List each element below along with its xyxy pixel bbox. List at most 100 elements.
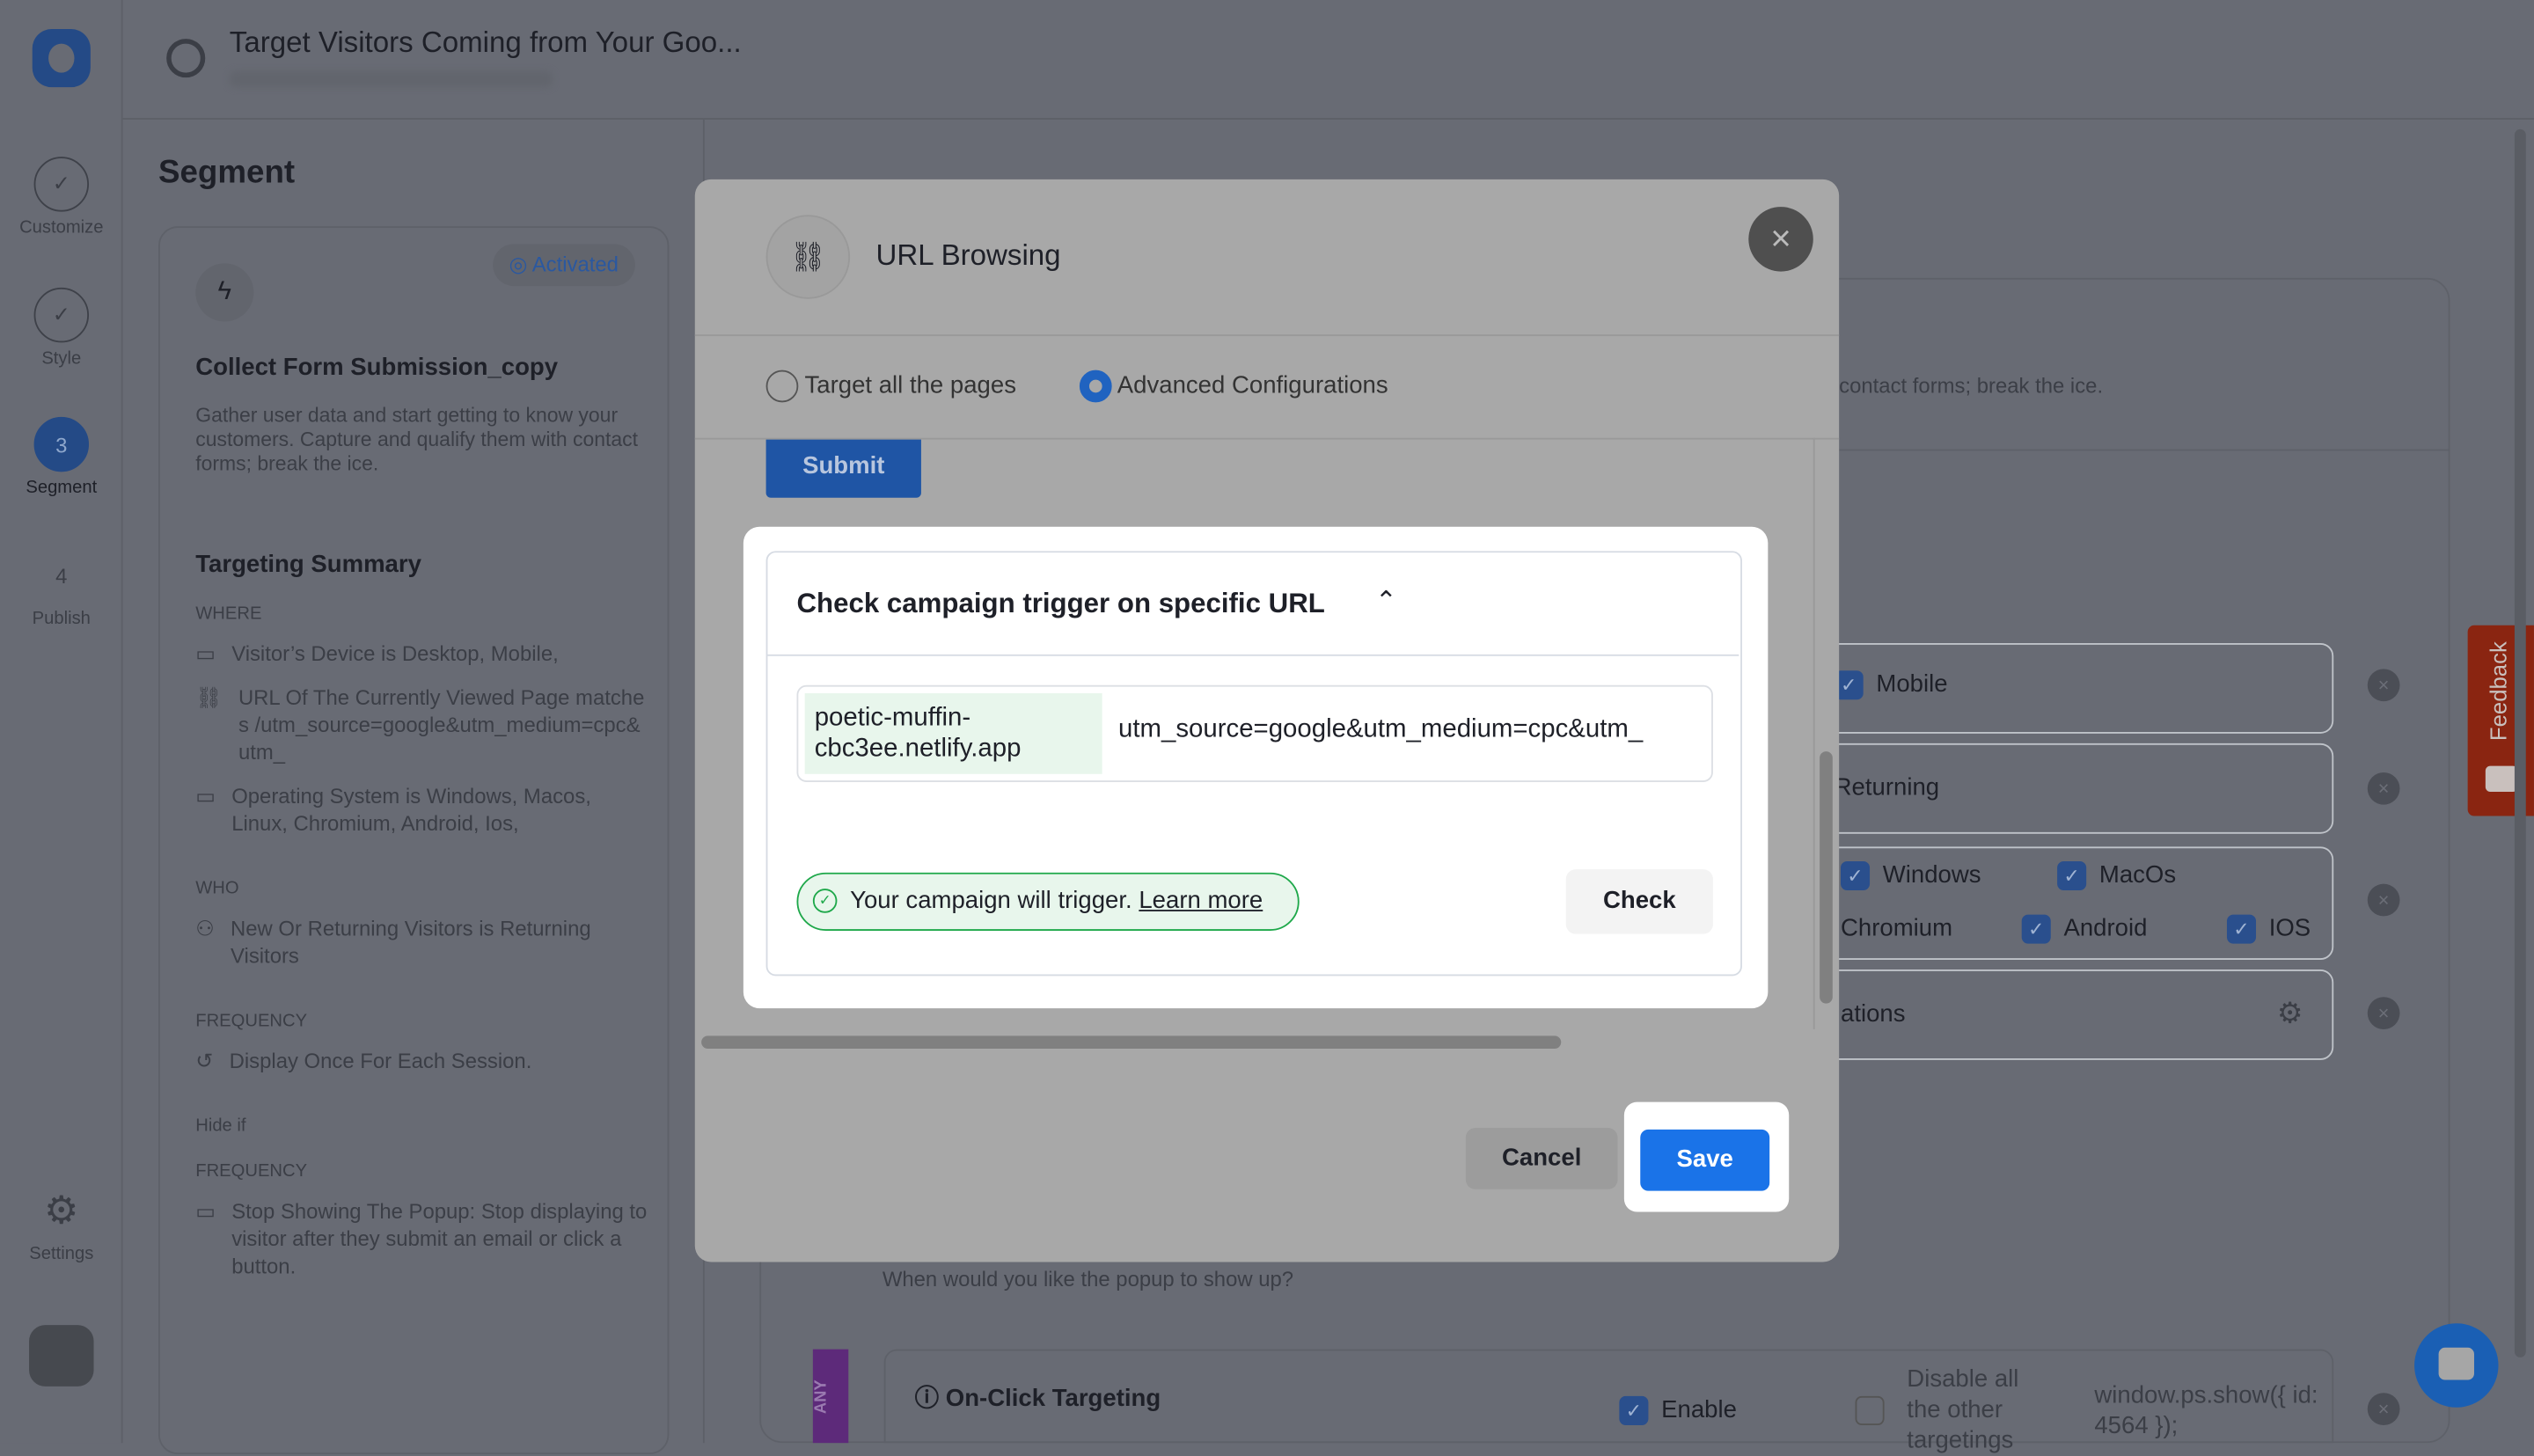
remove-icon[interactable]: × [2367,997,2400,1029]
divider [1813,437,1815,1029]
summary-device: ▭ Visitor’s Device is Desktop, Mobile, [195,640,648,667]
status-text: Your campaign will trigger. [850,887,1132,915]
radio-target-all[interactable]: Target all the pages [765,369,1016,403]
code-snippet: window.ps.show({ id: 4564 }); [2094,1381,2318,1440]
hide-if-label: Hide if [195,1116,246,1137]
option-label: Chromium [1841,914,1953,942]
option-label: IOS [2268,914,2311,942]
history-icon: ↺ [195,1049,214,1073]
step-customize[interactable]: ✓ Customize [0,157,123,238]
settings-label: Settings [29,1244,94,1264]
smiley-chat-icon [2485,765,2518,792]
remove-icon[interactable]: × [2367,1393,2400,1425]
url-path-value[interactable]: utm_source=google&utm_medium=cpc&utm_ [1118,716,1703,745]
enable-label: Enable [1661,1395,1737,1424]
remove-icon[interactable]: × [2367,772,2400,805]
checkbox-checked[interactable]: ✓ [2021,914,2051,944]
step-number: 3 [33,416,90,472]
summary-text: Display Once For Each Session. [229,1049,532,1073]
panel-title: Segment [157,155,296,191]
monitor-icon: ▭ [195,1198,216,1224]
briefcase-icon[interactable] [29,1325,94,1386]
summary-text: Operating System is Windows, Macos, Linu… [231,783,591,836]
learn-more-link[interactable]: Learn more [1139,887,1263,914]
step-segment[interactable]: 3 Segment [0,416,123,498]
page-scrollbar[interactable] [2514,128,2526,1357]
activated-badge: ◎ Activated [493,244,635,287]
settings-button[interactable]: ⚙ Settings [0,1182,123,1263]
remove-icon[interactable]: × [2367,883,2400,917]
selected-value: Returning [1834,773,1940,802]
radio-button[interactable] [765,369,799,403]
badge-label: Activated [531,252,619,277]
device-icon: ▭ [195,641,216,666]
any-tag: ANY [812,1349,849,1444]
step-number: 4 [55,563,68,588]
option-label: MacOs [2098,860,2177,889]
url-check-highlight: Check campaign trigger on specific URL ⌃… [743,526,1769,1009]
computer-settings-icon: ▭ [195,783,216,808]
link-icon: ⛓ [195,684,223,710]
checkbox-checked[interactable]: ✓ [1841,861,1871,891]
radio-label: Advanced Configurations [1117,371,1388,399]
option-label: Android [2063,914,2148,942]
step-label: Customize [19,217,104,238]
frequency-label: FREQUENCY [195,1011,308,1031]
submit-button[interactable]: Submit [765,439,921,498]
close-button[interactable]: × [1748,207,1813,272]
segment-panel: Segment ϟ ◎ Activated Collect Form Submi… [123,119,705,1455]
visitor-row: Returning [1810,743,2334,834]
cancel-button[interactable]: Cancel [1465,1128,1618,1189]
description-text: contact forms; break the ice. [1839,373,2104,398]
summary-title: Targeting Summary [195,551,421,579]
step-label: Publish [32,609,91,629]
modal-title: URL Browsing [875,238,1061,272]
left-rail: ✓ Customize ✓ Style 3 Segment 4 Publish ⚙ Set… [0,0,123,1444]
url-input[interactable]: poetic-muffin-cbc3ee.netlify.app utm_sou… [796,684,1713,782]
checkbox-checked[interactable]: ✓ [2057,861,2087,891]
lightning-icon: ϟ [195,263,254,322]
gear-icon[interactable]: ⚙ [2277,997,2303,1031]
summary-os: ▭ Operating System is Windows, Macos, Lin… [195,782,648,837]
radio-advanced[interactable]: Advanced Configurations [1079,369,1388,403]
chat-launcher[interactable] [2414,1323,2499,1408]
feedback-label: Feedback [2485,641,2512,742]
card-title: Collect Form Submission_copy [195,354,559,382]
domain-prefix: poetic-muffin-cbc3ee.netlify.app [804,692,1102,774]
checkbox-checked[interactable]: ✓ [2226,914,2257,944]
summary-stop-showing: ▭ Stop Showing The Popup: Stop displaying… [195,1197,648,1280]
campaign-title: Target Visitors Coming from Your Goo... [229,26,742,59]
radio-button-selected[interactable] [1079,369,1112,403]
trigger-status: ✓ Your campaign will trigger. Learn more [796,872,1300,931]
disable-checkbox[interactable] [1855,1395,1885,1425]
globe-icon [166,39,206,78]
onclick-row: ⓘ On-Click Targeting ✓ Enable Disable all… [883,1349,2334,1454]
summary-url: ⛓ URL Of The Currently Viewed Page matche… [195,684,648,766]
step-label: Style [41,348,82,369]
top-bar: Target Visitors Coming from Your Goo... [122,0,2534,120]
step-publish[interactable]: 4 Publish [0,548,123,629]
summary-text: New Or Returning Visitors is Returning V… [231,916,591,969]
summary-frequency: ↺ Display Once For Each Session. [195,1047,648,1074]
check-button[interactable]: Check [1565,869,1713,934]
os-row: ✓ Windows ✓ MacOs Chromium ✓ Android ✓ IOS [1810,846,2334,960]
row-label: ations [1841,999,1906,1028]
users-icon: ⚇ [195,916,215,940]
device-row: ✓ Mobile [1810,643,2334,734]
check-circle-icon: ✓ [812,889,838,913]
enable-checkbox[interactable]: ✓ [1619,1395,1649,1426]
url-check-panel: Check campaign trigger on specific URL ⌃… [765,551,1742,977]
onclick-label: On-Click Targeting [945,1385,1161,1413]
option-label: Windows [1882,860,1981,889]
frequency-label: FREQUENCY [195,1161,308,1182]
gear-icon: ⚙ [44,1188,79,1233]
divider [1839,449,2450,451]
app-logo[interactable] [32,29,91,88]
who-label: WHO [195,879,239,899]
modal-horizontal-scrollbar[interactable] [701,1035,1562,1050]
save-button[interactable]: Save [1640,1129,1770,1191]
step-style[interactable]: ✓ Style [0,287,123,369]
chevron-up-icon[interactable]: ⌃ [1375,585,1397,618]
modal-vertical-scrollbar[interactable] [1820,751,1833,1004]
remove-icon[interactable]: × [2367,669,2400,702]
